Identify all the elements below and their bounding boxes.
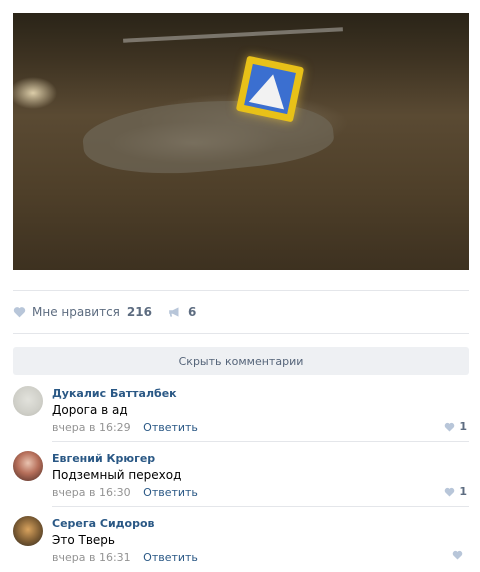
comment-like-button[interactable]: 1 xyxy=(444,420,467,433)
hide-comments-button[interactable]: Скрыть комментарии xyxy=(13,347,469,375)
like-label: Мне нравится xyxy=(32,305,120,319)
comment-text: Подземный переход xyxy=(52,468,182,482)
divider xyxy=(52,441,469,442)
comment: Евгений Крюгер Подземный переход вчера в… xyxy=(13,443,469,507)
heart-icon xyxy=(452,550,463,560)
comment-time[interactable]: вчера в 16:30 xyxy=(52,486,131,499)
comment-time[interactable]: вчера в 16:29 xyxy=(52,421,131,434)
like-count: 216 xyxy=(126,305,152,319)
crosswalk-sign xyxy=(235,55,305,123)
divider xyxy=(13,333,469,334)
heart-icon xyxy=(13,307,26,318)
comment-meta: вчера в 16:29 Ответить xyxy=(52,421,198,434)
reply-link[interactable]: Ответить xyxy=(143,486,198,499)
post-photo[interactable] xyxy=(13,13,469,270)
heart-icon xyxy=(445,422,455,432)
comment-meta: вчера в 16:30 Ответить xyxy=(52,486,198,499)
crosswalk-sign-panel xyxy=(244,63,296,115)
avatar[interactable] xyxy=(13,386,43,416)
comment-meta: вчера в 16:31 Ответить xyxy=(52,551,198,564)
comment: Дукалис Батталбек Дорога в ад вчера в 16… xyxy=(13,378,469,442)
comment-author[interactable]: Евгений Крюгер xyxy=(52,452,155,465)
comment-author[interactable]: Серега Сидоров xyxy=(52,517,154,530)
share-button[interactable]: 6 xyxy=(168,305,196,319)
avatar[interactable] xyxy=(13,451,43,481)
like-button[interactable]: Мне нравится 216 xyxy=(13,305,152,319)
divider xyxy=(13,290,469,291)
post-actions: Мне нравится 216 6 xyxy=(13,303,196,321)
comment: Серега Сидоров Это Тверь вчера в 16:31 О… xyxy=(13,508,469,572)
reply-link[interactable]: Ответить xyxy=(143,421,198,434)
reply-link[interactable]: Ответить xyxy=(143,551,198,564)
comment-like-count: 1 xyxy=(459,485,467,498)
road-marking xyxy=(123,27,343,43)
avatar[interactable] xyxy=(13,516,43,546)
divider xyxy=(52,506,469,507)
comment-like-count: 1 xyxy=(459,420,467,433)
crosswalk-triangle xyxy=(248,70,291,110)
flooded-pit xyxy=(80,88,336,184)
comment-author[interactable]: Дукалис Батталбек xyxy=(52,387,177,400)
comment-time[interactable]: вчера в 16:31 xyxy=(52,551,131,564)
comment-like-button[interactable]: 1 xyxy=(444,485,467,498)
heart-icon xyxy=(445,487,455,497)
comment-text: Это Тверь xyxy=(52,533,115,547)
megaphone-icon xyxy=(169,307,179,317)
share-count: 6 xyxy=(187,305,197,319)
comment-text: Дорога в ад xyxy=(52,403,128,417)
comment-like-button[interactable] xyxy=(452,550,467,560)
